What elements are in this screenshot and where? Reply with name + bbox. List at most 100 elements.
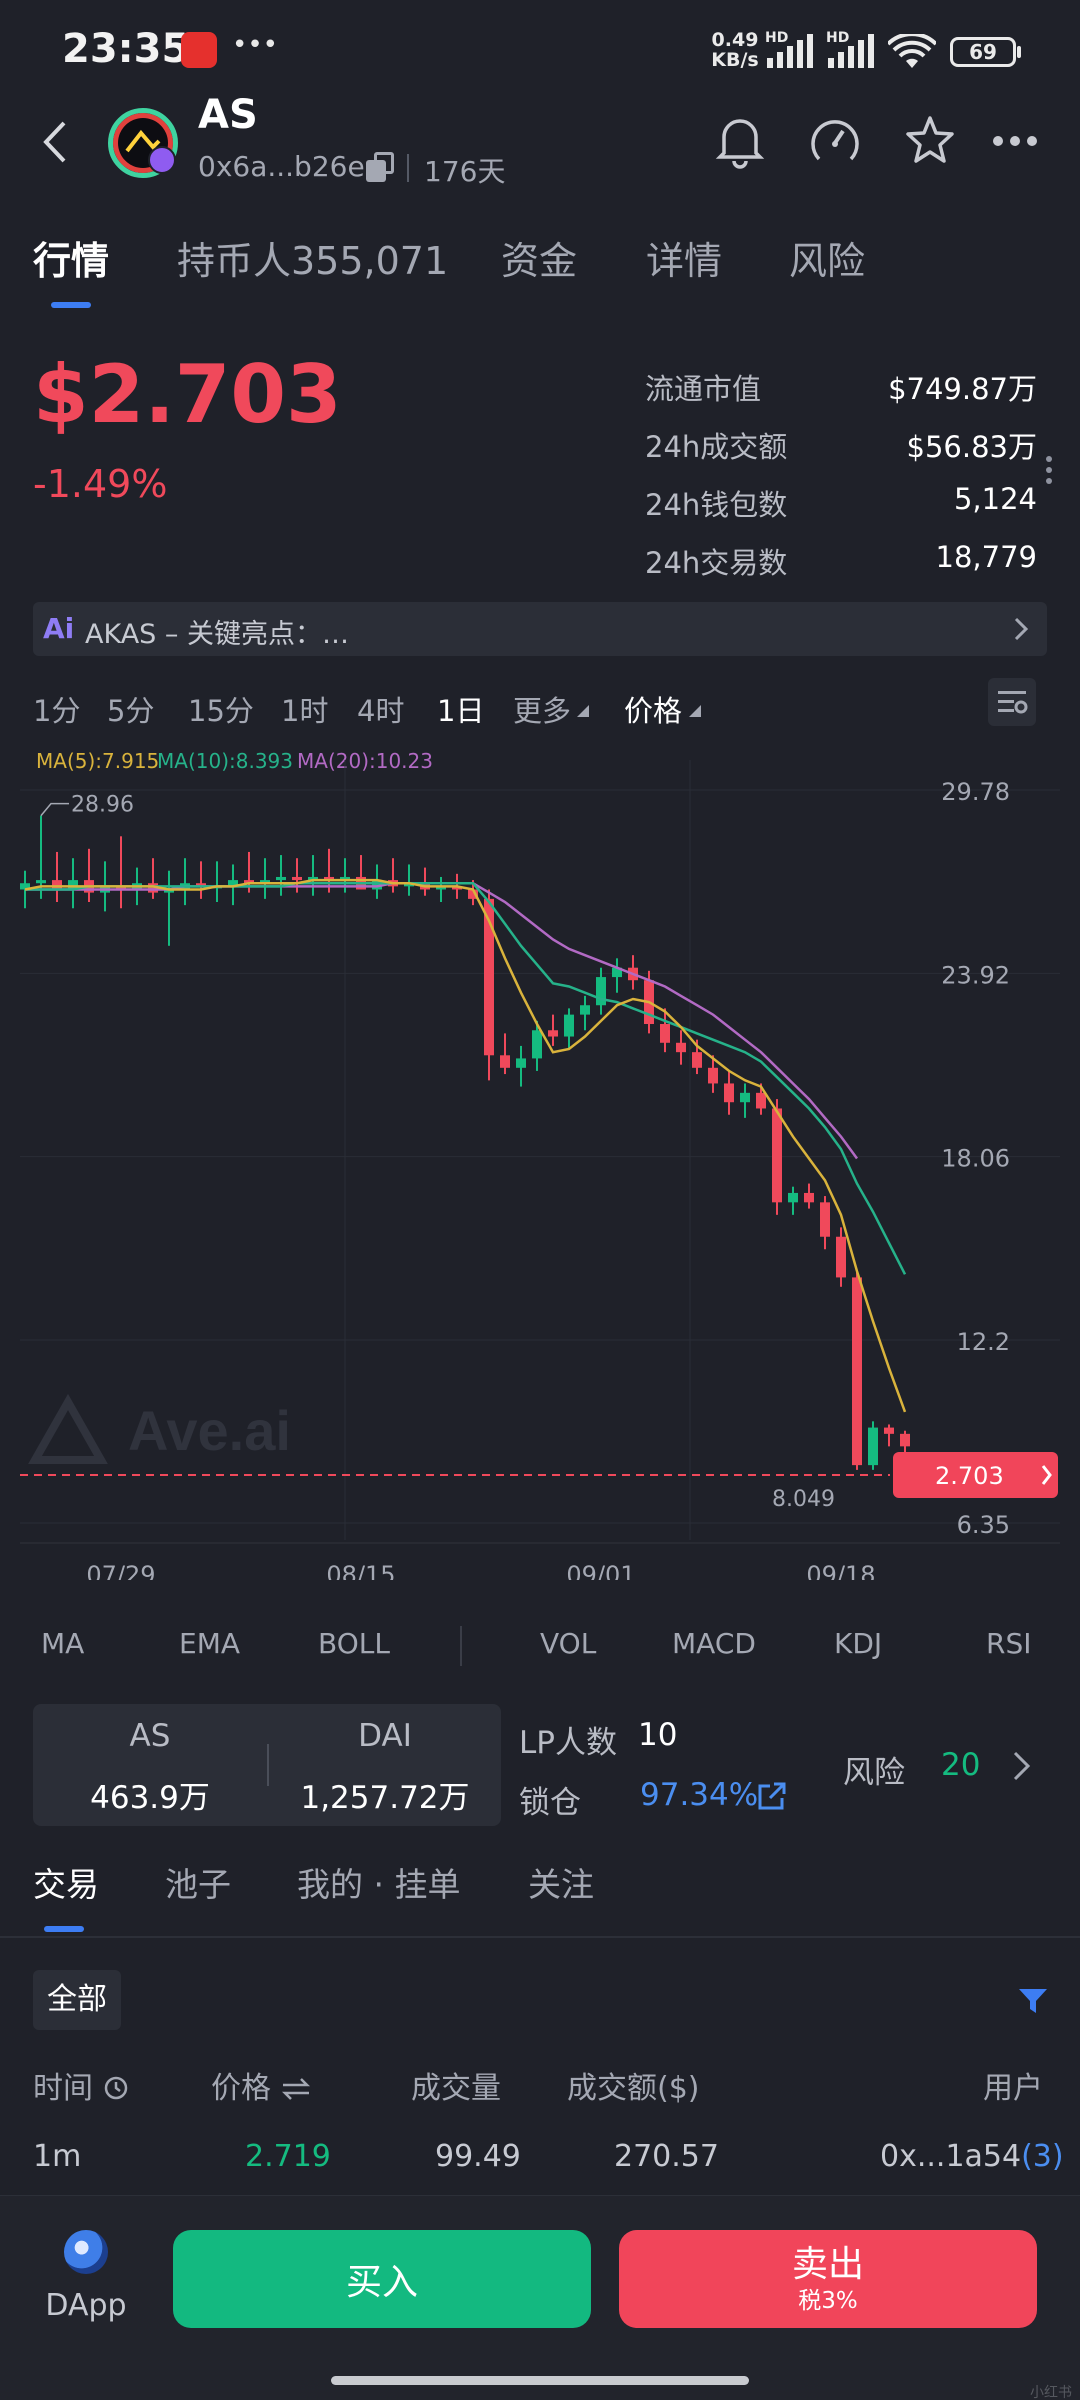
lp-count-label: LP人数 xyxy=(519,1725,617,1761)
high-marker-line xyxy=(40,802,69,817)
indicator-ema[interactable]: EMA xyxy=(179,1627,240,1660)
lock-value[interactable]: 97.34% xyxy=(640,1777,758,1813)
timeframe-1h[interactable]: 1时 xyxy=(281,688,328,730)
battery-icon: 69 xyxy=(950,37,1016,67)
pool-token-b-name: DAI xyxy=(358,1718,412,1754)
row-amount: 270.57 xyxy=(614,2139,719,2174)
col-user: 用户 xyxy=(983,2071,1043,2106)
dapp-button[interactable]: DApp xyxy=(36,2230,136,2340)
candle-body xyxy=(756,1092,766,1109)
ma20-line xyxy=(25,881,859,1160)
alert-button[interactable] xyxy=(710,106,770,176)
row-user[interactable]: 0x...1a54(3) xyxy=(880,2139,1064,2174)
candle-body xyxy=(708,1067,718,1084)
candlestick-chart[interactable]: Ave.ai 29.78 23.92 18.06 12.2 6.35 07/29 08/15 0… xyxy=(0,760,1080,1580)
candle-body xyxy=(548,1030,558,1037)
candle-body xyxy=(580,1005,590,1015)
net-speed-value: 0.49 xyxy=(711,29,759,51)
col-time[interactable]: 时间 xyxy=(33,2063,129,2107)
filter-icon[interactable] xyxy=(1017,1985,1049,2017)
tab-risk[interactable]: 风险 xyxy=(789,230,865,285)
row-price: 2.719 xyxy=(245,2139,331,2174)
subtab-trades[interactable]: 交易 xyxy=(33,1858,99,1906)
caret-down-icon xyxy=(577,705,589,717)
sell-button[interactable]: 卖出 税3% xyxy=(619,2230,1037,2328)
pool-token-a-amount: 463.9万 xyxy=(90,1780,210,1816)
liquidity-pool-box[interactable]: AS 463.9万 DAI 1,257.72万 xyxy=(33,1704,501,1826)
candle-body xyxy=(884,1427,894,1434)
price-change: -1.49% xyxy=(33,462,168,506)
tab-details[interactable]: 详情 xyxy=(646,230,722,285)
candle-body xyxy=(52,880,62,890)
ai-highlights-text: AKAS – 关键亮点：… xyxy=(85,619,349,650)
candle-body xyxy=(692,1052,702,1068)
dapp-icon xyxy=(64,2230,108,2274)
battery-level: 69 xyxy=(969,40,997,64)
battery-tip xyxy=(1017,46,1021,58)
indicator-ma[interactable]: MA xyxy=(41,1627,84,1660)
copy-icon[interactable] xyxy=(366,152,396,182)
current-price: $2.703 xyxy=(33,348,342,441)
chevron-right-icon[interactable] xyxy=(1011,1749,1033,1783)
candle-body xyxy=(596,977,606,1006)
stats-more-icon[interactable] xyxy=(1046,456,1054,492)
risk-score: 20 xyxy=(941,1747,981,1783)
speed-button[interactable] xyxy=(803,106,867,176)
candle-body xyxy=(868,1427,878,1466)
tab-indicator xyxy=(51,302,91,308)
tab-market[interactable]: 行情 xyxy=(33,230,109,285)
candle-body xyxy=(804,1192,814,1203)
chart-settings-button[interactable] xyxy=(988,678,1036,726)
chain-badge-icon xyxy=(148,146,176,174)
indicator-vol[interactable]: VOL xyxy=(540,1627,596,1660)
indicator-boll[interactable]: BOLL xyxy=(318,1627,390,1660)
filter-all-chip[interactable]: 全部 xyxy=(33,1970,121,2030)
subtab-my-orders[interactable]: 我的 · 挂单 xyxy=(297,1858,460,1906)
timeframe-5m[interactable]: 5分 xyxy=(107,688,154,730)
col-volume: 成交量 xyxy=(411,2071,501,2106)
stat-label: 24h成交额 xyxy=(645,430,788,464)
timeframe-1m[interactable]: 1分 xyxy=(33,688,80,730)
tab-holders[interactable]: 持币人355,071 xyxy=(177,230,448,285)
more-button[interactable] xyxy=(990,106,1040,176)
timeframe-1d[interactable]: 1日 xyxy=(437,688,484,730)
subtab-pools[interactable]: 池子 xyxy=(165,1858,231,1906)
low-price-label: 8.049 xyxy=(772,1487,835,1512)
token-symbol: AS xyxy=(198,92,258,138)
candle-body xyxy=(532,1030,542,1059)
lp-count: 10 xyxy=(638,1717,678,1753)
stat-trades: 24h交易数 18,779 xyxy=(645,540,1037,592)
favorite-button[interactable] xyxy=(898,106,962,176)
indicator-kdj[interactable]: KDJ xyxy=(834,1627,882,1660)
app-notification-icon xyxy=(181,32,217,68)
lock-label: 锁仓 xyxy=(519,1785,581,1821)
external-link-icon[interactable] xyxy=(756,1780,788,1812)
chart-mode-price[interactable]: 价格 xyxy=(624,688,682,730)
timeframe-4h[interactable]: 4时 xyxy=(357,688,404,730)
dapp-label: DApp xyxy=(45,2288,127,2323)
candle-body xyxy=(852,1277,862,1466)
x-tick-label: 09/18 xyxy=(806,1561,875,1580)
chart-settings-icon xyxy=(998,691,1028,714)
subtab-indicator xyxy=(44,1926,84,1932)
corner-watermark: 小红书 xyxy=(1030,2385,1072,2400)
stat-label: 流通市值 xyxy=(645,372,762,406)
candle-body xyxy=(564,1014,574,1037)
back-button[interactable] xyxy=(30,112,80,172)
current-price-tag-label: 2.703 xyxy=(935,1462,1004,1490)
timeframe-15m[interactable]: 15分 xyxy=(188,688,254,730)
candle-body xyxy=(676,1042,686,1053)
indicator-rsi[interactable]: RSI xyxy=(986,1627,1032,1660)
tab-funds[interactable]: 资金 xyxy=(501,230,577,285)
buy-button[interactable]: 买入 xyxy=(173,2230,591,2328)
timeframe-more[interactable]: 更多 xyxy=(513,688,571,730)
subtab-watch[interactable]: 关注 xyxy=(528,1858,594,1906)
bell-icon xyxy=(715,119,765,169)
token-address[interactable]: 0x6a...b26e xyxy=(198,150,365,183)
indicator-macd[interactable]: MACD xyxy=(672,1627,756,1660)
y-tick-label: 6.35 xyxy=(957,1511,1010,1539)
indicator-divider xyxy=(460,1626,462,1666)
ai-highlights-bar[interactable]: Ai AKAS – 关键亮点：… xyxy=(33,602,1047,656)
col-price[interactable]: 价格 xyxy=(211,2063,311,2107)
sell-label: 卖出 xyxy=(791,2244,864,2285)
